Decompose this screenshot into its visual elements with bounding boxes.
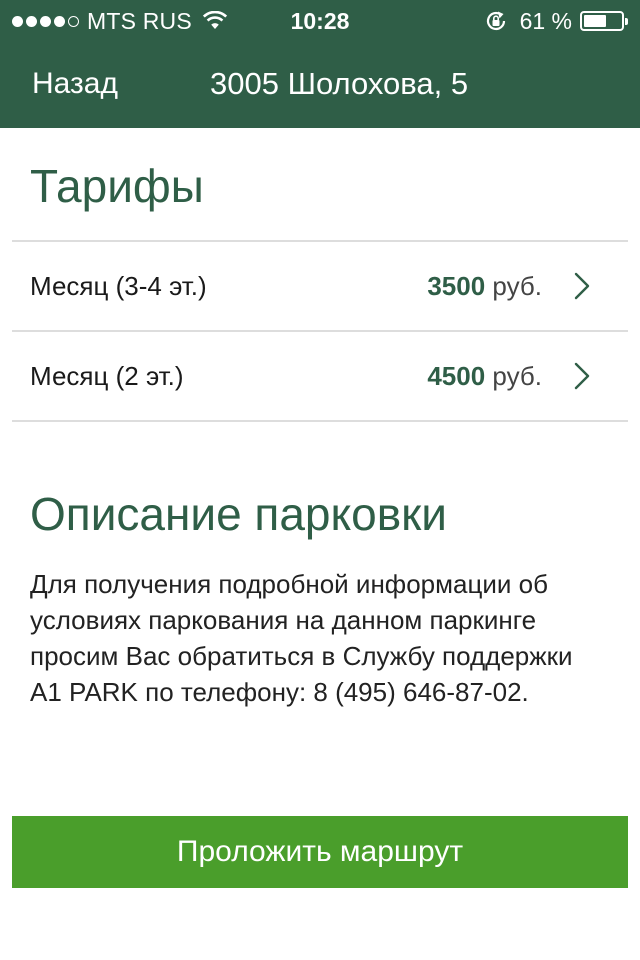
price-unit: руб. — [492, 271, 542, 301]
battery-percent: 61 % — [519, 7, 572, 34]
price-value: 3500 — [427, 271, 486, 301]
battery-icon — [580, 11, 628, 31]
tariff-row[interactable]: Месяц (2 эт.) 4500 руб. — [12, 332, 628, 420]
back-button[interactable]: Назад — [32, 64, 118, 104]
status-right: 61 % — [484, 8, 628, 34]
chevron-right-icon — [574, 272, 590, 300]
top-bar: MTS RUS 10:28 61 % Назад 3005 Шолохова, … — [0, 0, 640, 128]
tariff-price: 4500 руб. — [427, 332, 542, 420]
tariff-price: 3500 руб. — [427, 242, 542, 330]
rotation-lock-icon — [486, 11, 505, 31]
divider — [12, 420, 628, 422]
description-heading: Описание парковки — [30, 488, 447, 540]
status-bar: MTS RUS 10:28 61 % — [0, 0, 640, 40]
tariff-row[interactable]: Месяц (3-4 эт.) 3500 руб. — [12, 242, 628, 330]
price-unit: руб. — [492, 361, 542, 391]
battery-nub — [625, 18, 628, 25]
chevron-right-icon — [574, 362, 590, 390]
description-text: Для получения подробной информации об ус… — [30, 569, 573, 707]
price-value: 4500 — [427, 361, 486, 391]
page-title: 3005 Шолохова, 5 — [210, 66, 469, 101]
battery-fill — [584, 15, 606, 27]
tariff-name: Месяц (2 эт.) — [30, 361, 184, 391]
tariff-name: Месяц (3-4 эт.) — [30, 271, 207, 301]
navigation-bar: Назад 3005 Шолохова, 5 — [0, 40, 640, 128]
build-route-button[interactable]: Проложить маршрут — [12, 816, 628, 888]
tariffs-heading: Тарифы — [30, 160, 204, 212]
